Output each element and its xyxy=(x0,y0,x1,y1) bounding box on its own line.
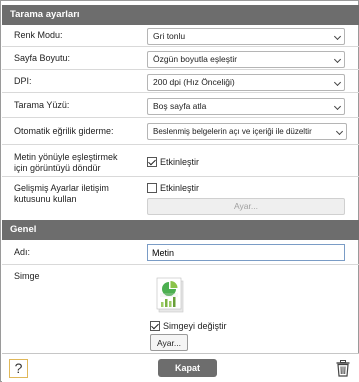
advanced-settings-button[interactable]: Ayar... xyxy=(147,198,345,215)
help-button[interactable]: ? xyxy=(9,359,28,378)
rotate-text-label: Metin yönüyle eşleştirmek için görüntüyü… xyxy=(14,152,118,173)
deskew-row: Otomatik eğrilik giderme: Beslenmiş belg… xyxy=(2,119,359,145)
page-size-value: Özgün boyutla eşleştir xyxy=(153,54,238,64)
scan-side-value: Boş sayfa atla xyxy=(153,101,207,111)
change-icon-checkbox[interactable]: Simgeyi değiştir xyxy=(150,320,227,332)
dpi-label: DPI: xyxy=(14,76,32,86)
scan-side-select[interactable]: Boş sayfa atla xyxy=(147,98,345,115)
scan-side-row: Tarama Yüzü: Boş sayfa atla xyxy=(2,94,359,118)
color-mode-row: Renk Modu: Gri tonlu xyxy=(2,25,359,47)
change-icon-checkbox-label: Simgeyi değiştir xyxy=(163,321,227,331)
dpi-row: DPI: 200 dpi (Hız Önceliği) xyxy=(2,71,359,93)
chevron-down-icon xyxy=(333,78,342,87)
icon-settings-button[interactable]: Ayar... xyxy=(150,334,188,351)
name-input[interactable] xyxy=(147,244,345,261)
checkbox-checked-icon[interactable] xyxy=(147,157,157,167)
trash-icon[interactable] xyxy=(336,360,350,377)
dpi-select[interactable]: 200 dpi (Hız Önceliği) xyxy=(147,74,345,91)
deskew-label: Otomatik eğrilik giderme: xyxy=(14,126,114,136)
color-mode-select[interactable]: Gri tonlu xyxy=(147,28,345,45)
close-button[interactable]: Kapat xyxy=(158,359,217,377)
checkbox-checked-icon[interactable] xyxy=(150,321,160,331)
name-label: Adı: xyxy=(14,247,31,257)
page-size-label: Sayfa Boyutu: xyxy=(14,53,71,63)
color-mode-label: Renk Modu: xyxy=(14,30,63,40)
rotate-text-checkbox[interactable]: Etkinleştir xyxy=(147,156,199,168)
rotate-text-checkbox-label: Etkinleştir xyxy=(160,157,200,167)
name-row: Adı: xyxy=(2,240,359,265)
scan-side-label: Tarama Yüzü: xyxy=(14,100,70,110)
footer-bar: ? Kapat xyxy=(2,353,359,382)
chevron-down-icon xyxy=(333,55,342,64)
deskew-value: Beslenmiş belgelerin açı ve içeriği ile … xyxy=(153,127,312,136)
page-size-select[interactable]: Özgün boyutla eşleştir xyxy=(147,51,345,68)
chevron-down-icon xyxy=(333,32,342,41)
color-mode-value: Gri tonlu xyxy=(153,31,186,41)
deskew-select[interactable]: Beslenmiş belgelerin açı ve içeriği ile … xyxy=(147,123,347,140)
icon-label: Simge xyxy=(14,271,40,281)
chevron-down-icon xyxy=(335,127,344,136)
chevron-down-icon xyxy=(333,102,342,111)
advanced-checkbox-label: Etkinleştir xyxy=(160,183,200,193)
rotate-text-row: Metin yönüyle eşleştirmek için görüntüyü… xyxy=(2,146,359,177)
scan-settings-panel: Tarama ayarları Renk Modu: Gri tonlu Say… xyxy=(0,0,359,382)
dpi-value: 200 dpi (Hız Önceliği) xyxy=(153,77,235,87)
checkbox-unchecked-icon[interactable] xyxy=(147,183,157,193)
advanced-checkbox[interactable]: Etkinleştir xyxy=(147,182,199,194)
general-header: Genel xyxy=(2,220,359,240)
spreadsheet-document-icon xyxy=(156,277,184,313)
page-size-row: Sayfa Boyutu: Özgün boyutla eşleştir xyxy=(2,48,359,70)
advanced-label: Gelişmiş Ayarlar iletişim kutusunu kulla… xyxy=(14,183,109,204)
scan-settings-header: Tarama ayarları xyxy=(2,5,359,25)
advanced-row: Gelişmiş Ayarlar iletişim kutusunu kulla… xyxy=(2,178,359,218)
